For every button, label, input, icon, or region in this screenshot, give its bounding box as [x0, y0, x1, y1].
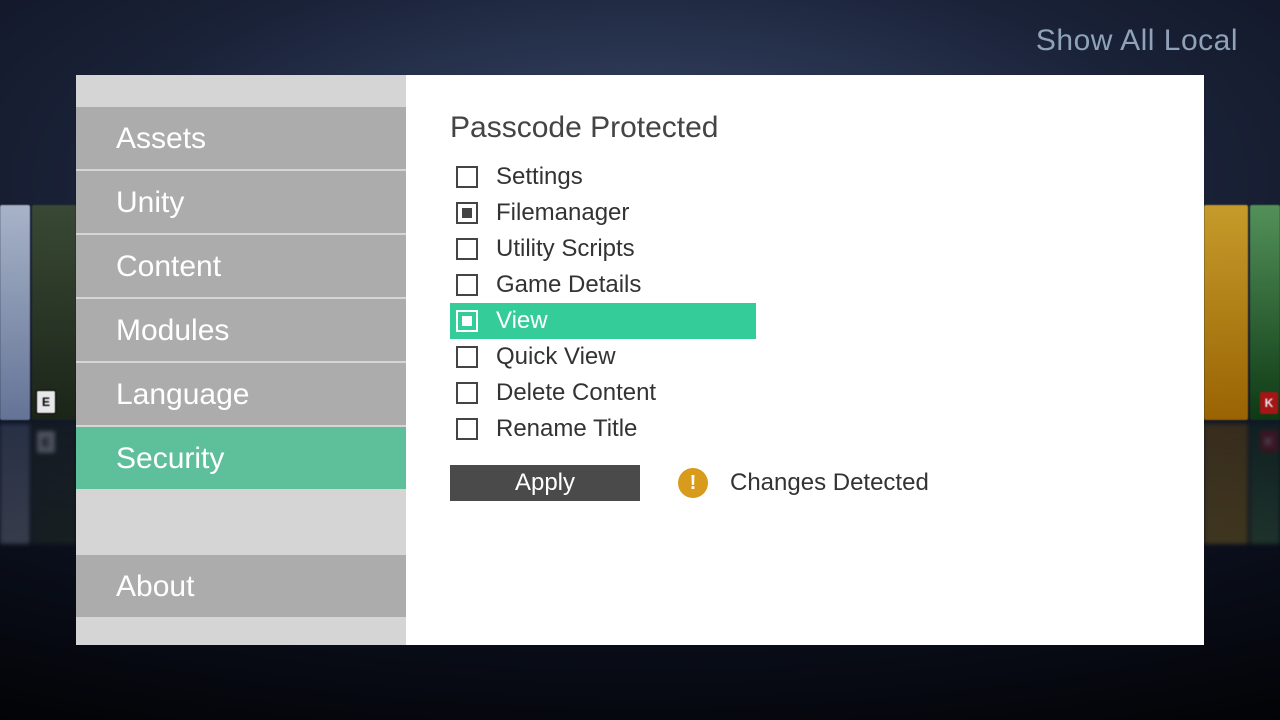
option-game-details[interactable]: Game Details [450, 267, 756, 303]
checkbox-icon [456, 310, 478, 332]
status-text: Changes Detected [730, 469, 929, 497]
content-panel: Passcode Protected Settings Filemanager Ut… [406, 75, 1204, 645]
warning-icon: ! [678, 468, 708, 498]
apply-button[interactable]: Apply [450, 465, 640, 501]
option-label: Delete Content [496, 379, 656, 407]
checkbox-icon [456, 382, 478, 404]
option-label: View [496, 307, 548, 335]
checkbox-icon [456, 202, 478, 224]
sidebar-spacer [76, 619, 406, 645]
sidebar-item-about[interactable]: About [76, 555, 406, 619]
option-settings[interactable]: Settings [450, 159, 756, 195]
sidebar-item-language[interactable]: Language [76, 363, 406, 427]
settings-dialog: AssetsUnityContentModulesLanguageSecurit… [76, 75, 1204, 645]
sidebar-item-security[interactable]: Security [76, 427, 406, 491]
sidebar: AssetsUnityContentModulesLanguageSecurit… [76, 75, 406, 645]
sidebar-gap-top [76, 75, 406, 107]
sidebar-gap [76, 491, 406, 555]
option-quick-view[interactable]: Quick View [450, 339, 756, 375]
option-label: Rename Title [496, 415, 637, 443]
option-label: Utility Scripts [496, 235, 635, 263]
option-label: Quick View [496, 343, 616, 371]
checkbox-icon [456, 166, 478, 188]
option-rename-title[interactable]: Rename Title [450, 411, 756, 447]
option-label: Settings [496, 163, 583, 191]
section-title: Passcode Protected [450, 111, 1160, 145]
checkbox-icon [456, 238, 478, 260]
option-view[interactable]: View [450, 303, 756, 339]
sidebar-item-assets[interactable]: Assets [76, 107, 406, 171]
option-label: Game Details [496, 271, 641, 299]
option-filemanager[interactable]: Filemanager [450, 195, 756, 231]
option-utility-scripts[interactable]: Utility Scripts [450, 231, 756, 267]
option-delete-content[interactable]: Delete Content [450, 375, 756, 411]
checkbox-icon [456, 346, 478, 368]
checkbox-icon [456, 274, 478, 296]
option-label: Filemanager [496, 199, 629, 227]
show-all-local-link[interactable]: Show All Local [1036, 24, 1238, 58]
sidebar-item-modules[interactable]: Modules [76, 299, 406, 363]
sidebar-item-unity[interactable]: Unity [76, 171, 406, 235]
sidebar-item-content[interactable]: Content [76, 235, 406, 299]
checkbox-icon [456, 418, 478, 440]
